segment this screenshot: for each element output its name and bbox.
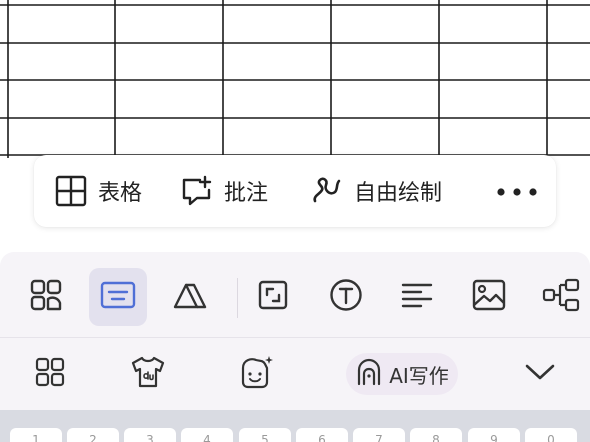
keyboard-toolbar: AI写作: [0, 338, 590, 410]
table-icon: [54, 174, 88, 208]
collapse-keyboard-button[interactable]: [520, 350, 560, 398]
text-tool-button[interactable]: [317, 268, 375, 326]
keyboard-menu-button[interactable]: [30, 350, 70, 398]
text-icon: [329, 278, 363, 316]
insert-table-label: 表格: [98, 181, 143, 206]
image-icon: [472, 279, 506, 315]
ai-assistant-icon: [355, 358, 383, 390]
insert-comment-label: 批注: [224, 181, 269, 206]
freehand-draw-button[interactable]: 自由绘制: [310, 155, 442, 227]
key-5[interactable]: 5: [239, 428, 291, 442]
chevron-down-icon: [524, 362, 556, 386]
tool-separator: [237, 278, 238, 318]
more-dots-icon: [495, 182, 539, 201]
fullscreen-icon: [257, 279, 289, 315]
align-left-icon: [401, 281, 433, 313]
key-4[interactable]: 4: [181, 428, 233, 442]
mindmap-icon: [542, 278, 582, 316]
image-tool-button[interactable]: [460, 268, 518, 326]
insert-comment-button[interactable]: 批注: [180, 155, 268, 227]
key-6[interactable]: 6: [296, 428, 348, 442]
insert-table-button[interactable]: 表格: [54, 155, 142, 227]
apps-tool-button[interactable]: [17, 268, 75, 326]
shapes-icon: [172, 279, 208, 315]
key-3[interactable]: 3: [124, 428, 176, 442]
key-9[interactable]: 9: [468, 428, 520, 442]
key-7[interactable]: 7: [353, 428, 405, 442]
freehand-draw-label: 自由绘制: [354, 181, 443, 206]
key-0[interactable]: 0: [525, 428, 577, 442]
ai-writing-button[interactable]: AI写作: [346, 353, 458, 395]
shapes-tool-button[interactable]: [161, 268, 219, 326]
key-2[interactable]: 2: [67, 428, 119, 442]
keyboard-icon: [100, 280, 136, 314]
more-button[interactable]: [490, 175, 544, 207]
tshirt-skin-icon: [129, 355, 167, 393]
align-tool-button[interactable]: [388, 268, 446, 326]
fullscreen-tool-button[interactable]: [244, 268, 302, 326]
grid-menu-icon: [35, 357, 65, 391]
freehand-draw-icon: [310, 174, 344, 208]
spreadsheet-grid[interactable]: [0, 0, 590, 160]
key-1[interactable]: 1: [10, 428, 62, 442]
keyboard-tool-button[interactable]: [89, 268, 147, 326]
keyboard-keys: 1 2 3 4 5 6 7 8 9 0: [0, 410, 590, 442]
comment-add-icon: [180, 174, 214, 208]
apps-grid-icon: [29, 278, 63, 316]
keyboard-skin-button[interactable]: [126, 350, 170, 398]
emoji-sticker-icon: [237, 354, 275, 394]
mindmap-tool-button[interactable]: [533, 268, 590, 326]
edit-tool-row: [0, 252, 590, 338]
keyboard-sticker-button[interactable]: [234, 350, 278, 398]
screen: 表格 批注 自由绘制 AI写作 1 2 3 4 5 6 7 8 9 0: [0, 0, 590, 442]
insert-panel: 表格 批注 自由绘制: [34, 155, 556, 227]
key-8[interactable]: 8: [410, 428, 462, 442]
ai-writing-label: AI写作: [389, 363, 449, 388]
